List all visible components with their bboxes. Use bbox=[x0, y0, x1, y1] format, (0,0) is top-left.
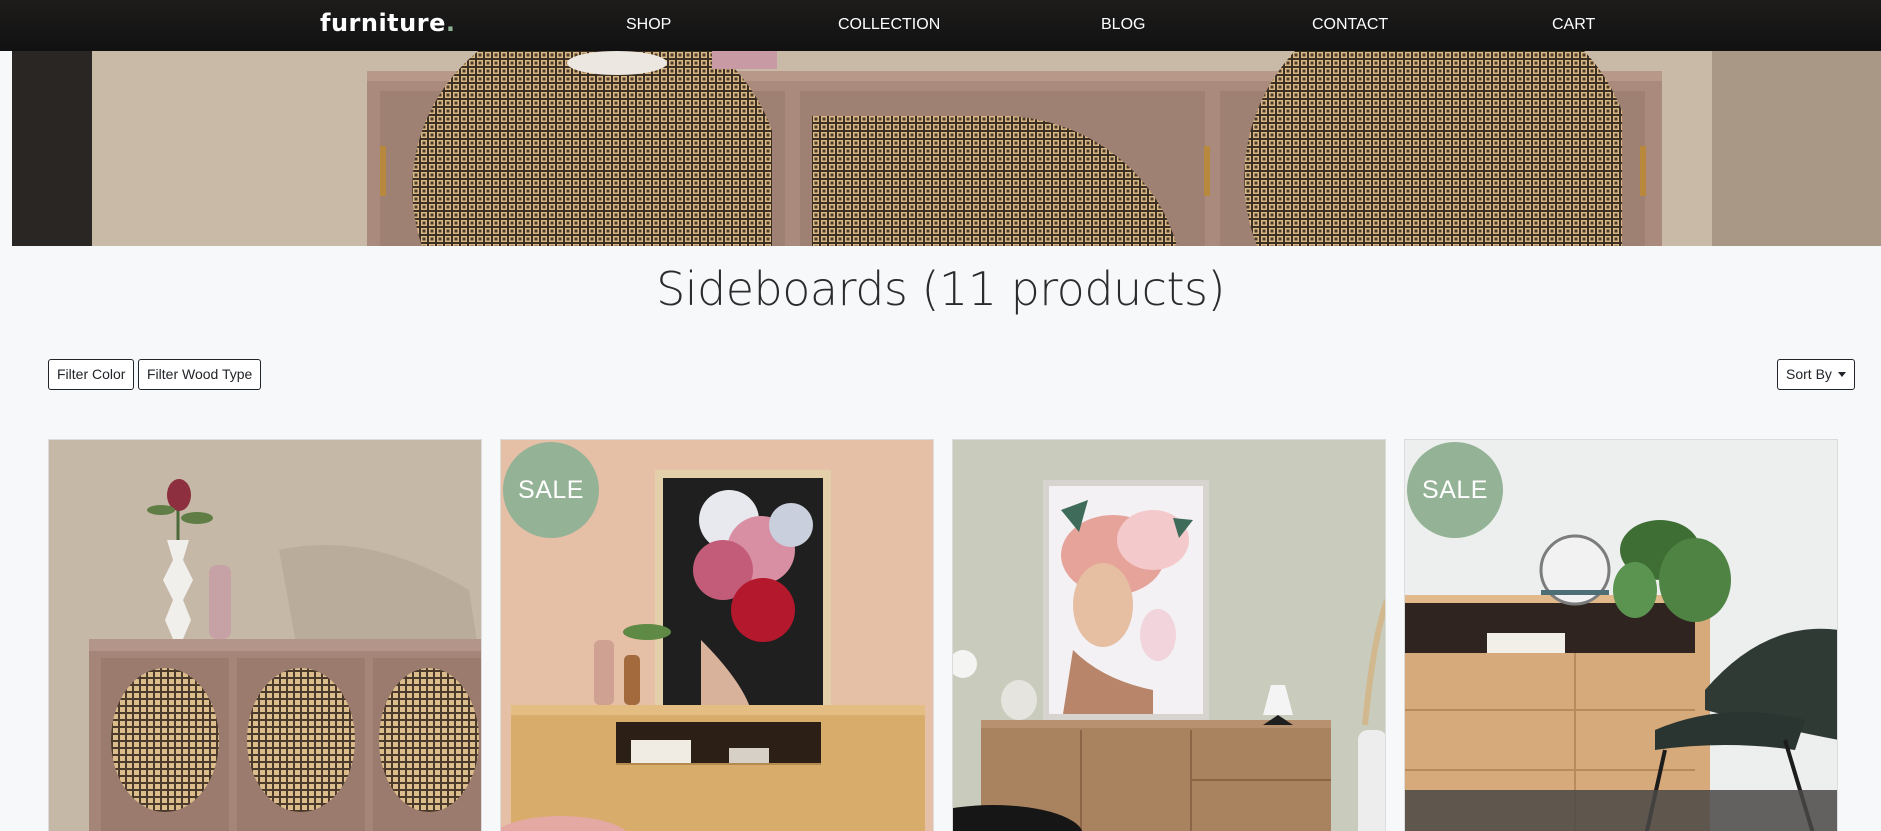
filter-color-button[interactable]: Filter Color bbox=[48, 359, 135, 390]
product-card[interactable]: SALE bbox=[500, 439, 934, 831]
filter-wood-type-button[interactable]: Filter Wood Type bbox=[138, 359, 262, 390]
nav-link-collection[interactable]: COLLECTION bbox=[838, 16, 940, 34]
nav-link-shop[interactable]: SHOP bbox=[626, 16, 671, 34]
sale-badge: SALE bbox=[1407, 442, 1503, 538]
product-image bbox=[953, 440, 1385, 831]
sort-by-dropdown[interactable]: Sort By bbox=[1777, 359, 1855, 390]
caret-down-icon bbox=[1837, 372, 1846, 377]
nav-link-cart[interactable]: CART bbox=[1552, 16, 1595, 34]
product-image bbox=[49, 440, 481, 831]
top-navbar: furniture. SHOP COLLECTION BLOG CONTACT … bbox=[0, 0, 1881, 51]
page-title: Sideboards (11 products) bbox=[656, 262, 1225, 316]
brand-logo[interactable]: furniture. bbox=[320, 9, 455, 37]
product-card[interactable] bbox=[952, 439, 1386, 831]
brand-name: furniture bbox=[320, 9, 446, 37]
hero-banner-image bbox=[12, 51, 1881, 246]
sale-badge: SALE bbox=[503, 442, 599, 538]
brand-dot: . bbox=[445, 9, 456, 37]
product-card[interactable]: SALE bbox=[1404, 439, 1838, 831]
product-card[interactable] bbox=[48, 439, 482, 831]
nav-link-contact[interactable]: CONTACT bbox=[1312, 16, 1388, 34]
nav-link-blog[interactable]: BLOG bbox=[1101, 16, 1145, 34]
sort-by-label: Sort By bbox=[1786, 366, 1832, 382]
